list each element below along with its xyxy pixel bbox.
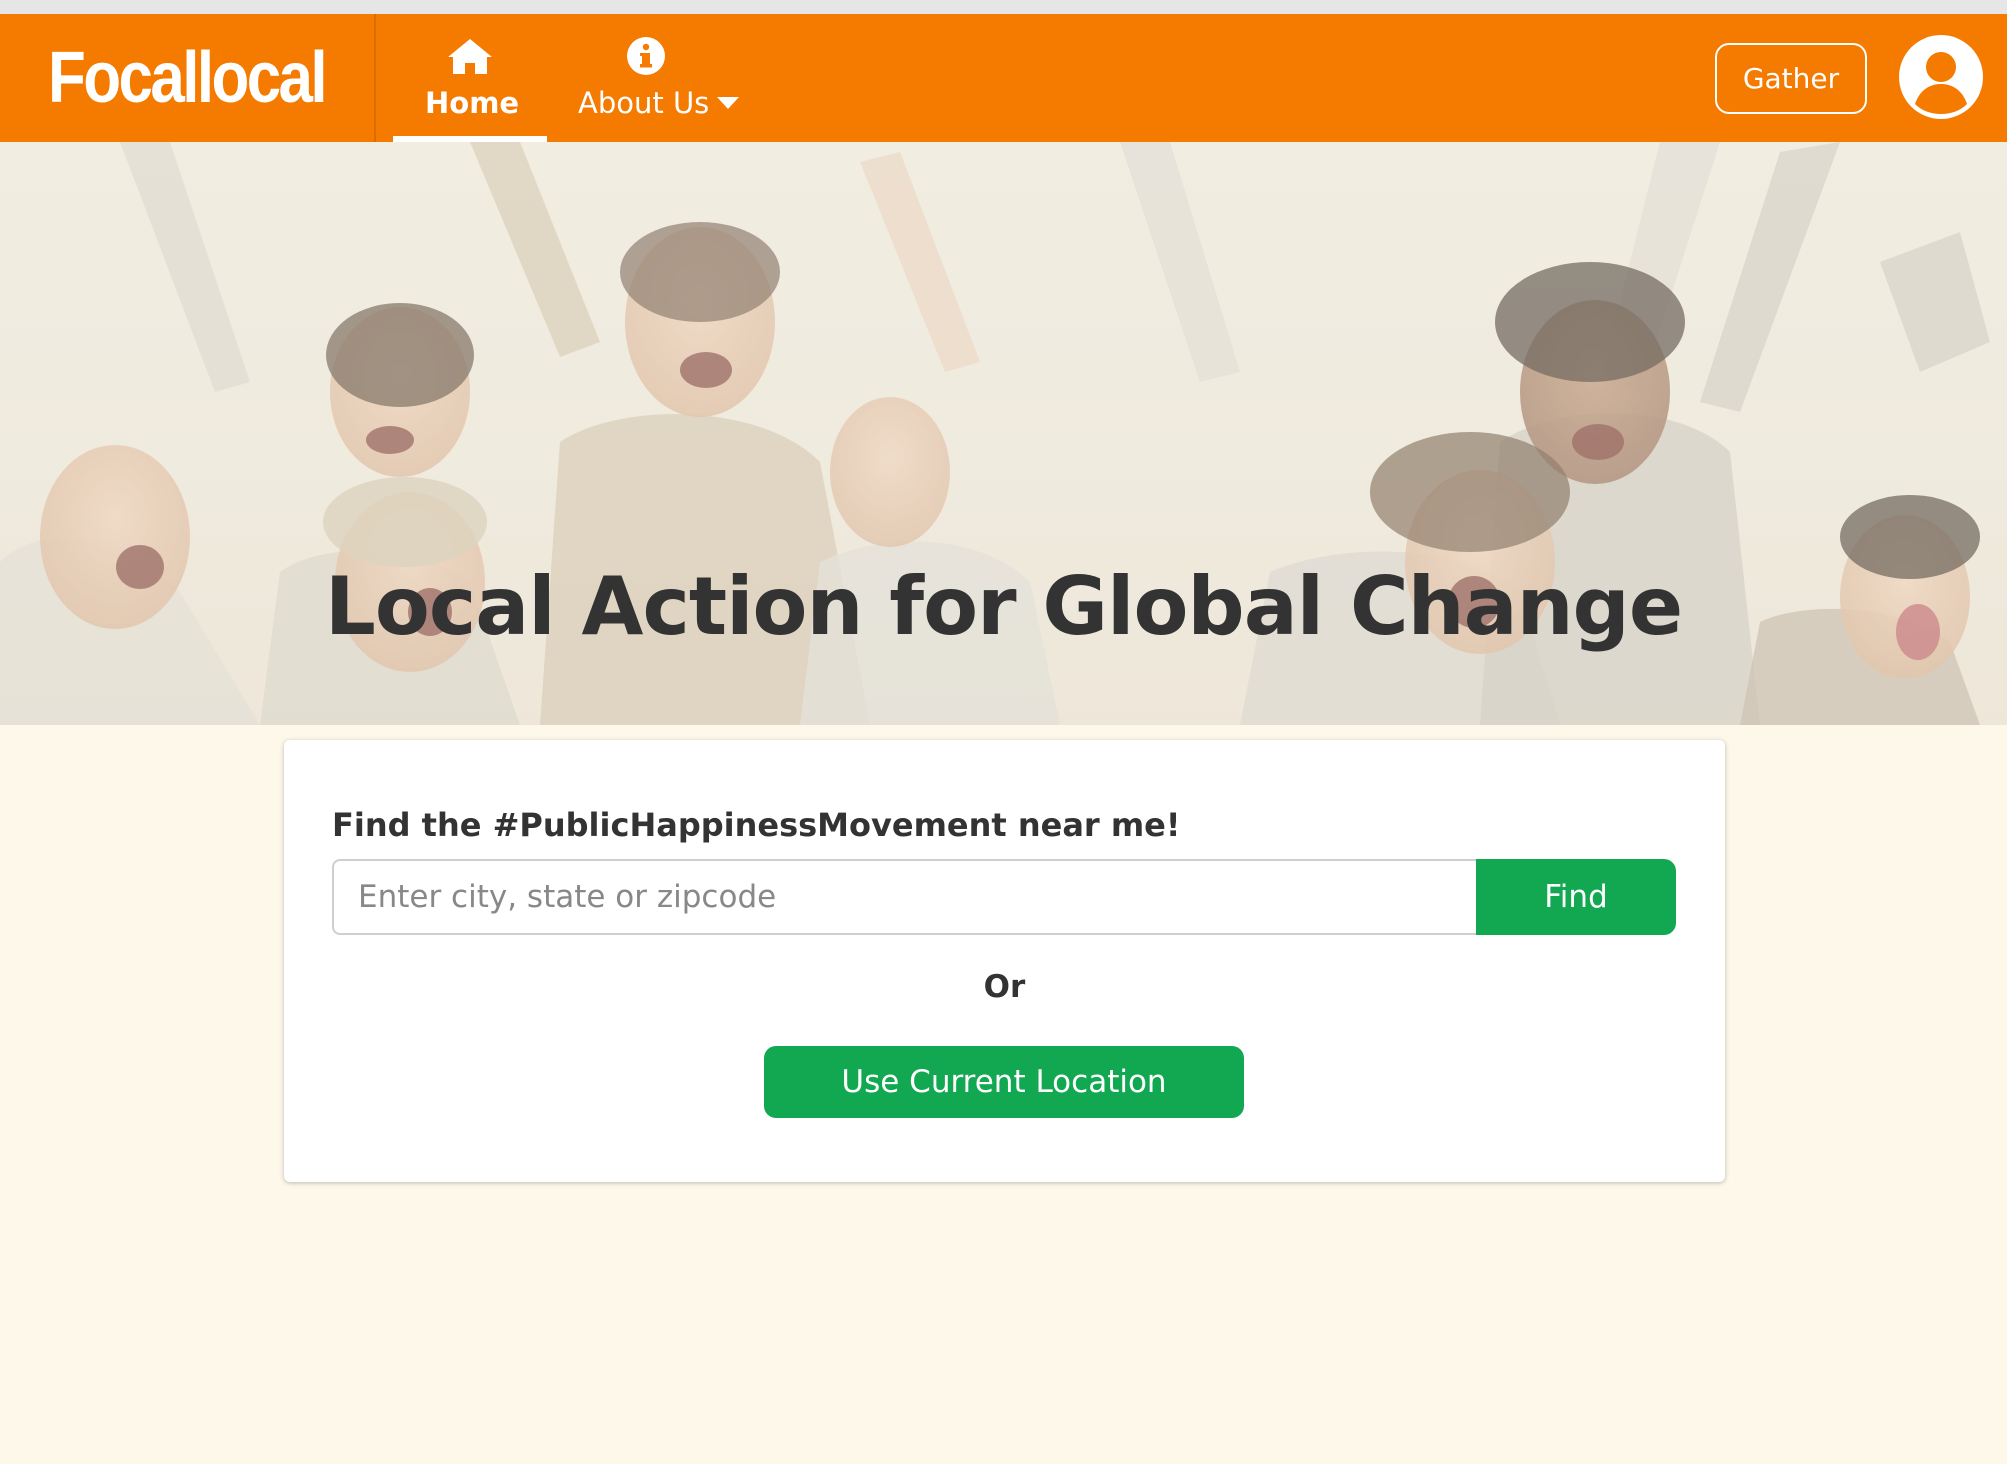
or-separator: Or [983, 969, 1026, 1005]
nav-home[interactable]: Home [393, 14, 547, 142]
home-icon [446, 36, 494, 80]
browser-top-strip [0, 0, 2007, 14]
gather-button[interactable]: Gather [1715, 43, 1867, 114]
navbar: Focallocal Home About Us Gather [0, 14, 2007, 142]
caret-down-icon [717, 97, 740, 109]
use-current-location-button[interactable]: Use Current Location [764, 1046, 1244, 1118]
hero-banner: Local Action for Global Change [0, 142, 2007, 725]
location-search-card: Find the #PublicHappinessMovement near m… [284, 740, 1725, 1182]
search-heading: Find the #PublicHappinessMovement near m… [332, 806, 1181, 844]
nav-about-us-label: About Us [578, 86, 740, 120]
location-search-input[interactable] [332, 859, 1476, 935]
brand-logo[interactable]: Focallocal [48, 42, 328, 114]
nav-about-us-text: About Us [578, 86, 710, 120]
user-avatar-icon[interactable] [1898, 34, 1984, 120]
nav-divider [374, 14, 376, 142]
hero-title: Local Action for Global Change [324, 560, 1683, 653]
nav-about-us[interactable]: About Us [568, 14, 758, 142]
info-icon [626, 36, 666, 80]
nav-home-label: Home [425, 86, 520, 120]
find-button[interactable]: Find [1476, 859, 1676, 935]
